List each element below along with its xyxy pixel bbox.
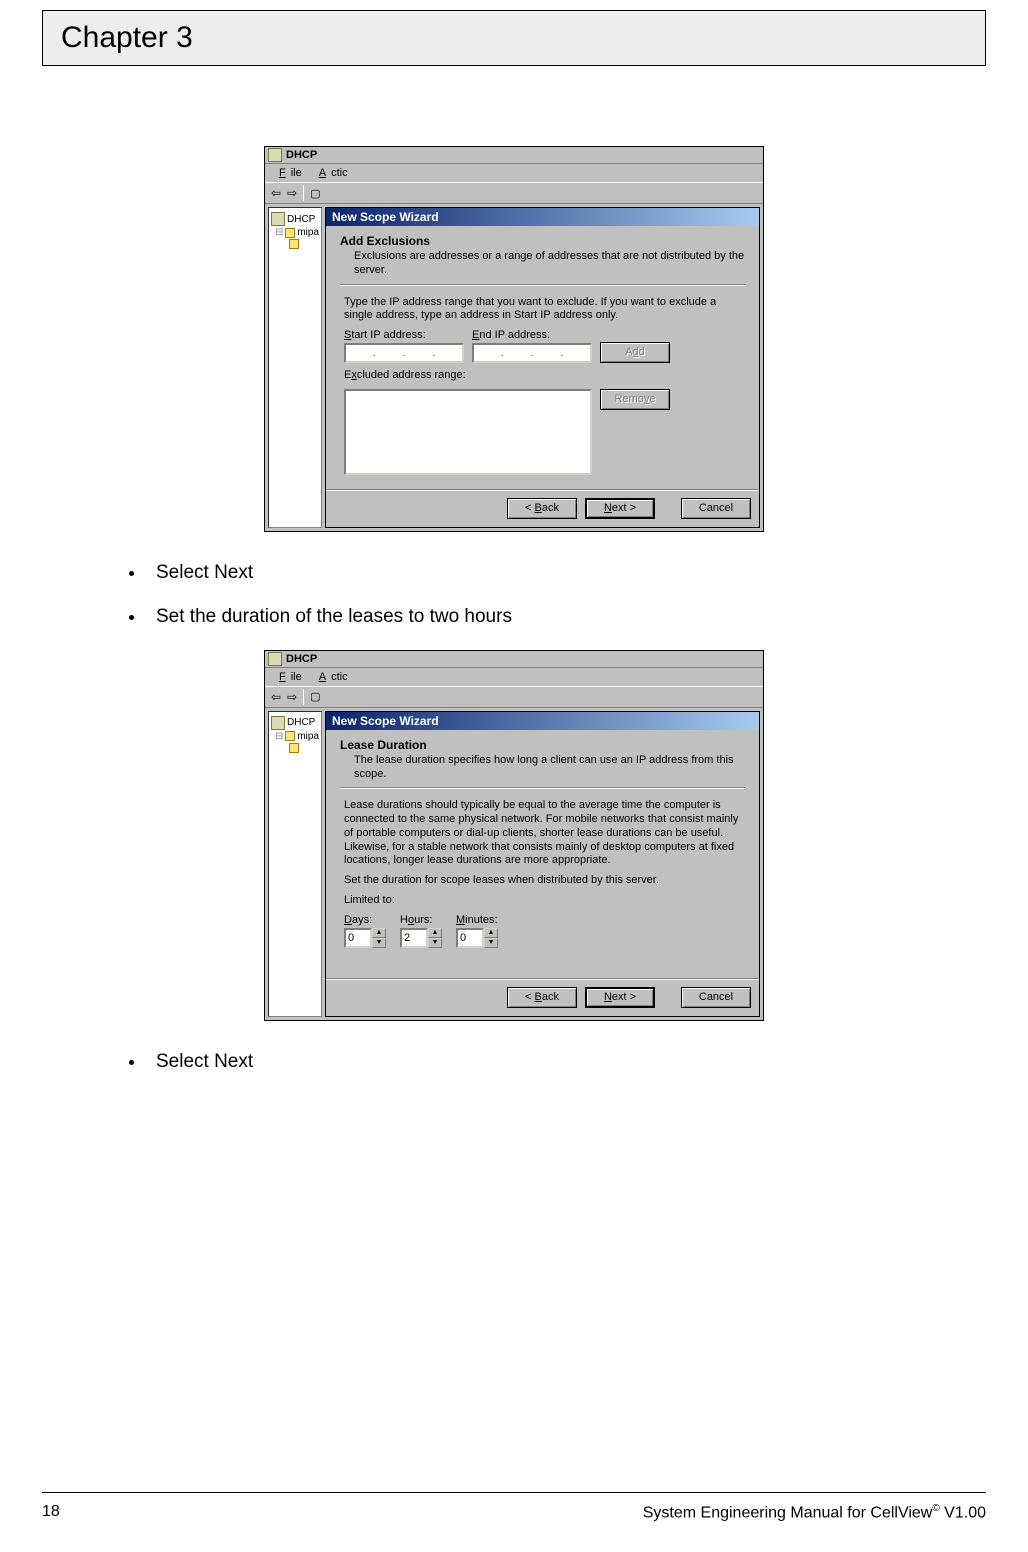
label-minutes: Minutes: bbox=[456, 914, 498, 926]
bullet-select-next: Select Next bbox=[146, 562, 986, 584]
bullet-list: Select Next bbox=[122, 1051, 986, 1073]
dhcp-icon bbox=[271, 212, 285, 226]
dialog-heading: Add Exclusions bbox=[340, 234, 745, 248]
nav-forward-icon[interactable]: ⇨ bbox=[287, 186, 297, 200]
spinner-up-icon[interactable]: ▲ bbox=[484, 928, 498, 938]
folder-icon bbox=[289, 239, 299, 249]
back-button[interactable]: < Back bbox=[507, 987, 577, 1008]
menu-action[interactable]: Actic bbox=[309, 166, 353, 180]
days-input[interactable] bbox=[344, 928, 372, 948]
toolbar-button-icon[interactable]: ▢ bbox=[310, 690, 320, 703]
tree-subfolder[interactable] bbox=[289, 743, 319, 753]
add-button[interactable]: Add bbox=[600, 342, 670, 363]
excluded-listbox[interactable] bbox=[344, 389, 592, 475]
menu-file[interactable]: File bbox=[269, 670, 307, 684]
label-start-ip: Start IP address: bbox=[344, 329, 464, 341]
set-duration-text: Set the duration for scope leases when d… bbox=[344, 874, 741, 888]
dhcp-icon bbox=[271, 716, 285, 730]
menubar: File Actic bbox=[265, 164, 763, 182]
remove-button[interactable]: Remove bbox=[600, 389, 670, 410]
folder-icon bbox=[285, 228, 295, 238]
chapter-header: Chapter 3 bbox=[42, 10, 986, 66]
label-end-ip: End IP address: bbox=[472, 329, 592, 341]
manual-title: System Engineering Manual for CellView© … bbox=[643, 1503, 986, 1522]
label-hours: Hours: bbox=[400, 914, 442, 926]
wizard-dialog: New Scope Wizard Lease Duration The leas… bbox=[325, 711, 760, 1017]
start-ip-input[interactable]: ... bbox=[344, 343, 464, 363]
minutes-input[interactable] bbox=[456, 928, 484, 948]
spinner-up-icon[interactable]: ▲ bbox=[372, 928, 386, 938]
minutes-spinner[interactable]: ▲▼ bbox=[456, 928, 498, 948]
dialog-heading-desc: Exclusions are addresses or a range of a… bbox=[354, 250, 745, 278]
tree-node[interactable]: ⊟mipa bbox=[275, 227, 319, 238]
dialog-footer: < Back Next > Cancel bbox=[326, 978, 759, 1016]
bullet-set-duration: Set the duration of the leases to two ho… bbox=[146, 606, 986, 628]
dialog-footer: < Back Next > Cancel bbox=[326, 489, 759, 527]
instructions-text: Type the IP address range that you want … bbox=[344, 296, 741, 324]
tree-root[interactable]: DHCP bbox=[271, 716, 319, 730]
app-titlebar: DHCP bbox=[265, 651, 763, 668]
tree-node[interactable]: ⊟mipa bbox=[275, 731, 319, 742]
folder-icon bbox=[289, 743, 299, 753]
spinner-down-icon[interactable]: ▼ bbox=[484, 938, 498, 948]
tree-root[interactable]: DHCP bbox=[271, 212, 319, 226]
nav-back-icon[interactable]: ⇦ bbox=[271, 690, 281, 704]
app-title: DHCP bbox=[286, 653, 317, 665]
toolbar-separator bbox=[303, 689, 304, 705]
page-number: 18 bbox=[42, 1503, 60, 1522]
toolbar: ⇦ ⇨ ▢ bbox=[265, 686, 763, 708]
cancel-button[interactable]: Cancel bbox=[681, 498, 751, 519]
nav-back-icon[interactable]: ⇦ bbox=[271, 186, 281, 200]
app-titlebar: DHCP bbox=[265, 147, 763, 164]
label-days: Days: bbox=[344, 914, 386, 926]
label-excluded-range: Excluded address range: bbox=[344, 369, 741, 383]
tree-panel: DHCP ⊟mipa bbox=[268, 711, 322, 1017]
tree-subfolder[interactable] bbox=[289, 239, 319, 249]
app-icon bbox=[268, 652, 282, 666]
back-button[interactable]: < Back bbox=[507, 498, 577, 519]
nav-forward-icon[interactable]: ⇨ bbox=[287, 690, 297, 704]
cancel-button[interactable]: Cancel bbox=[681, 987, 751, 1008]
spinner-up-icon[interactable]: ▲ bbox=[428, 928, 442, 938]
divider bbox=[340, 787, 745, 789]
hours-spinner[interactable]: ▲▼ bbox=[400, 928, 442, 948]
next-button[interactable]: Next > bbox=[585, 498, 655, 519]
toolbar: ⇦ ⇨ ▢ bbox=[265, 182, 763, 204]
next-button[interactable]: Next > bbox=[585, 987, 655, 1008]
toolbar-button-icon[interactable]: ▢ bbox=[310, 187, 320, 200]
dialog-title: New Scope Wizard bbox=[326, 208, 759, 226]
folder-icon bbox=[285, 731, 295, 741]
app-title: DHCP bbox=[286, 149, 317, 161]
wizard-dialog: New Scope Wizard Add Exclusions Exclusio… bbox=[325, 207, 760, 528]
hours-input[interactable] bbox=[400, 928, 428, 948]
menu-action[interactable]: Actic bbox=[309, 670, 353, 684]
screenshot-add-exclusions: DHCP File Actic ⇦ ⇨ ▢ DHCP ⊟mipa New Sco… bbox=[264, 146, 764, 532]
spinner-down-icon[interactable]: ▼ bbox=[372, 938, 386, 948]
dialog-title: New Scope Wizard bbox=[326, 712, 759, 730]
end-ip-input[interactable]: ... bbox=[472, 343, 592, 363]
lease-paragraph: Lease durations should typically be equa… bbox=[344, 799, 741, 868]
divider bbox=[340, 284, 745, 286]
dialog-heading-desc: The lease duration specifies how long a … bbox=[354, 754, 745, 782]
bullet-select-next: Select Next bbox=[146, 1051, 986, 1073]
chapter-title: Chapter 3 bbox=[61, 21, 967, 55]
screenshot-lease-duration: DHCP File Actic ⇦ ⇨ ▢ DHCP ⊟mipa New Sco… bbox=[264, 650, 764, 1021]
menubar: File Actic bbox=[265, 668, 763, 686]
bullet-list: Select Next Set the duration of the leas… bbox=[122, 562, 986, 628]
dialog-heading: Lease Duration bbox=[340, 738, 745, 752]
toolbar-separator bbox=[303, 185, 304, 201]
days-spinner[interactable]: ▲▼ bbox=[344, 928, 386, 948]
menu-file[interactable]: File bbox=[269, 166, 307, 180]
copyright-symbol: © bbox=[932, 1503, 939, 1514]
tree-panel: DHCP ⊟mipa bbox=[268, 207, 322, 528]
limited-to-label: Limited to: bbox=[344, 894, 741, 908]
spinner-down-icon[interactable]: ▼ bbox=[428, 938, 442, 948]
page-footer: 18 System Engineering Manual for CellVie… bbox=[42, 1492, 986, 1522]
app-icon bbox=[268, 148, 282, 162]
